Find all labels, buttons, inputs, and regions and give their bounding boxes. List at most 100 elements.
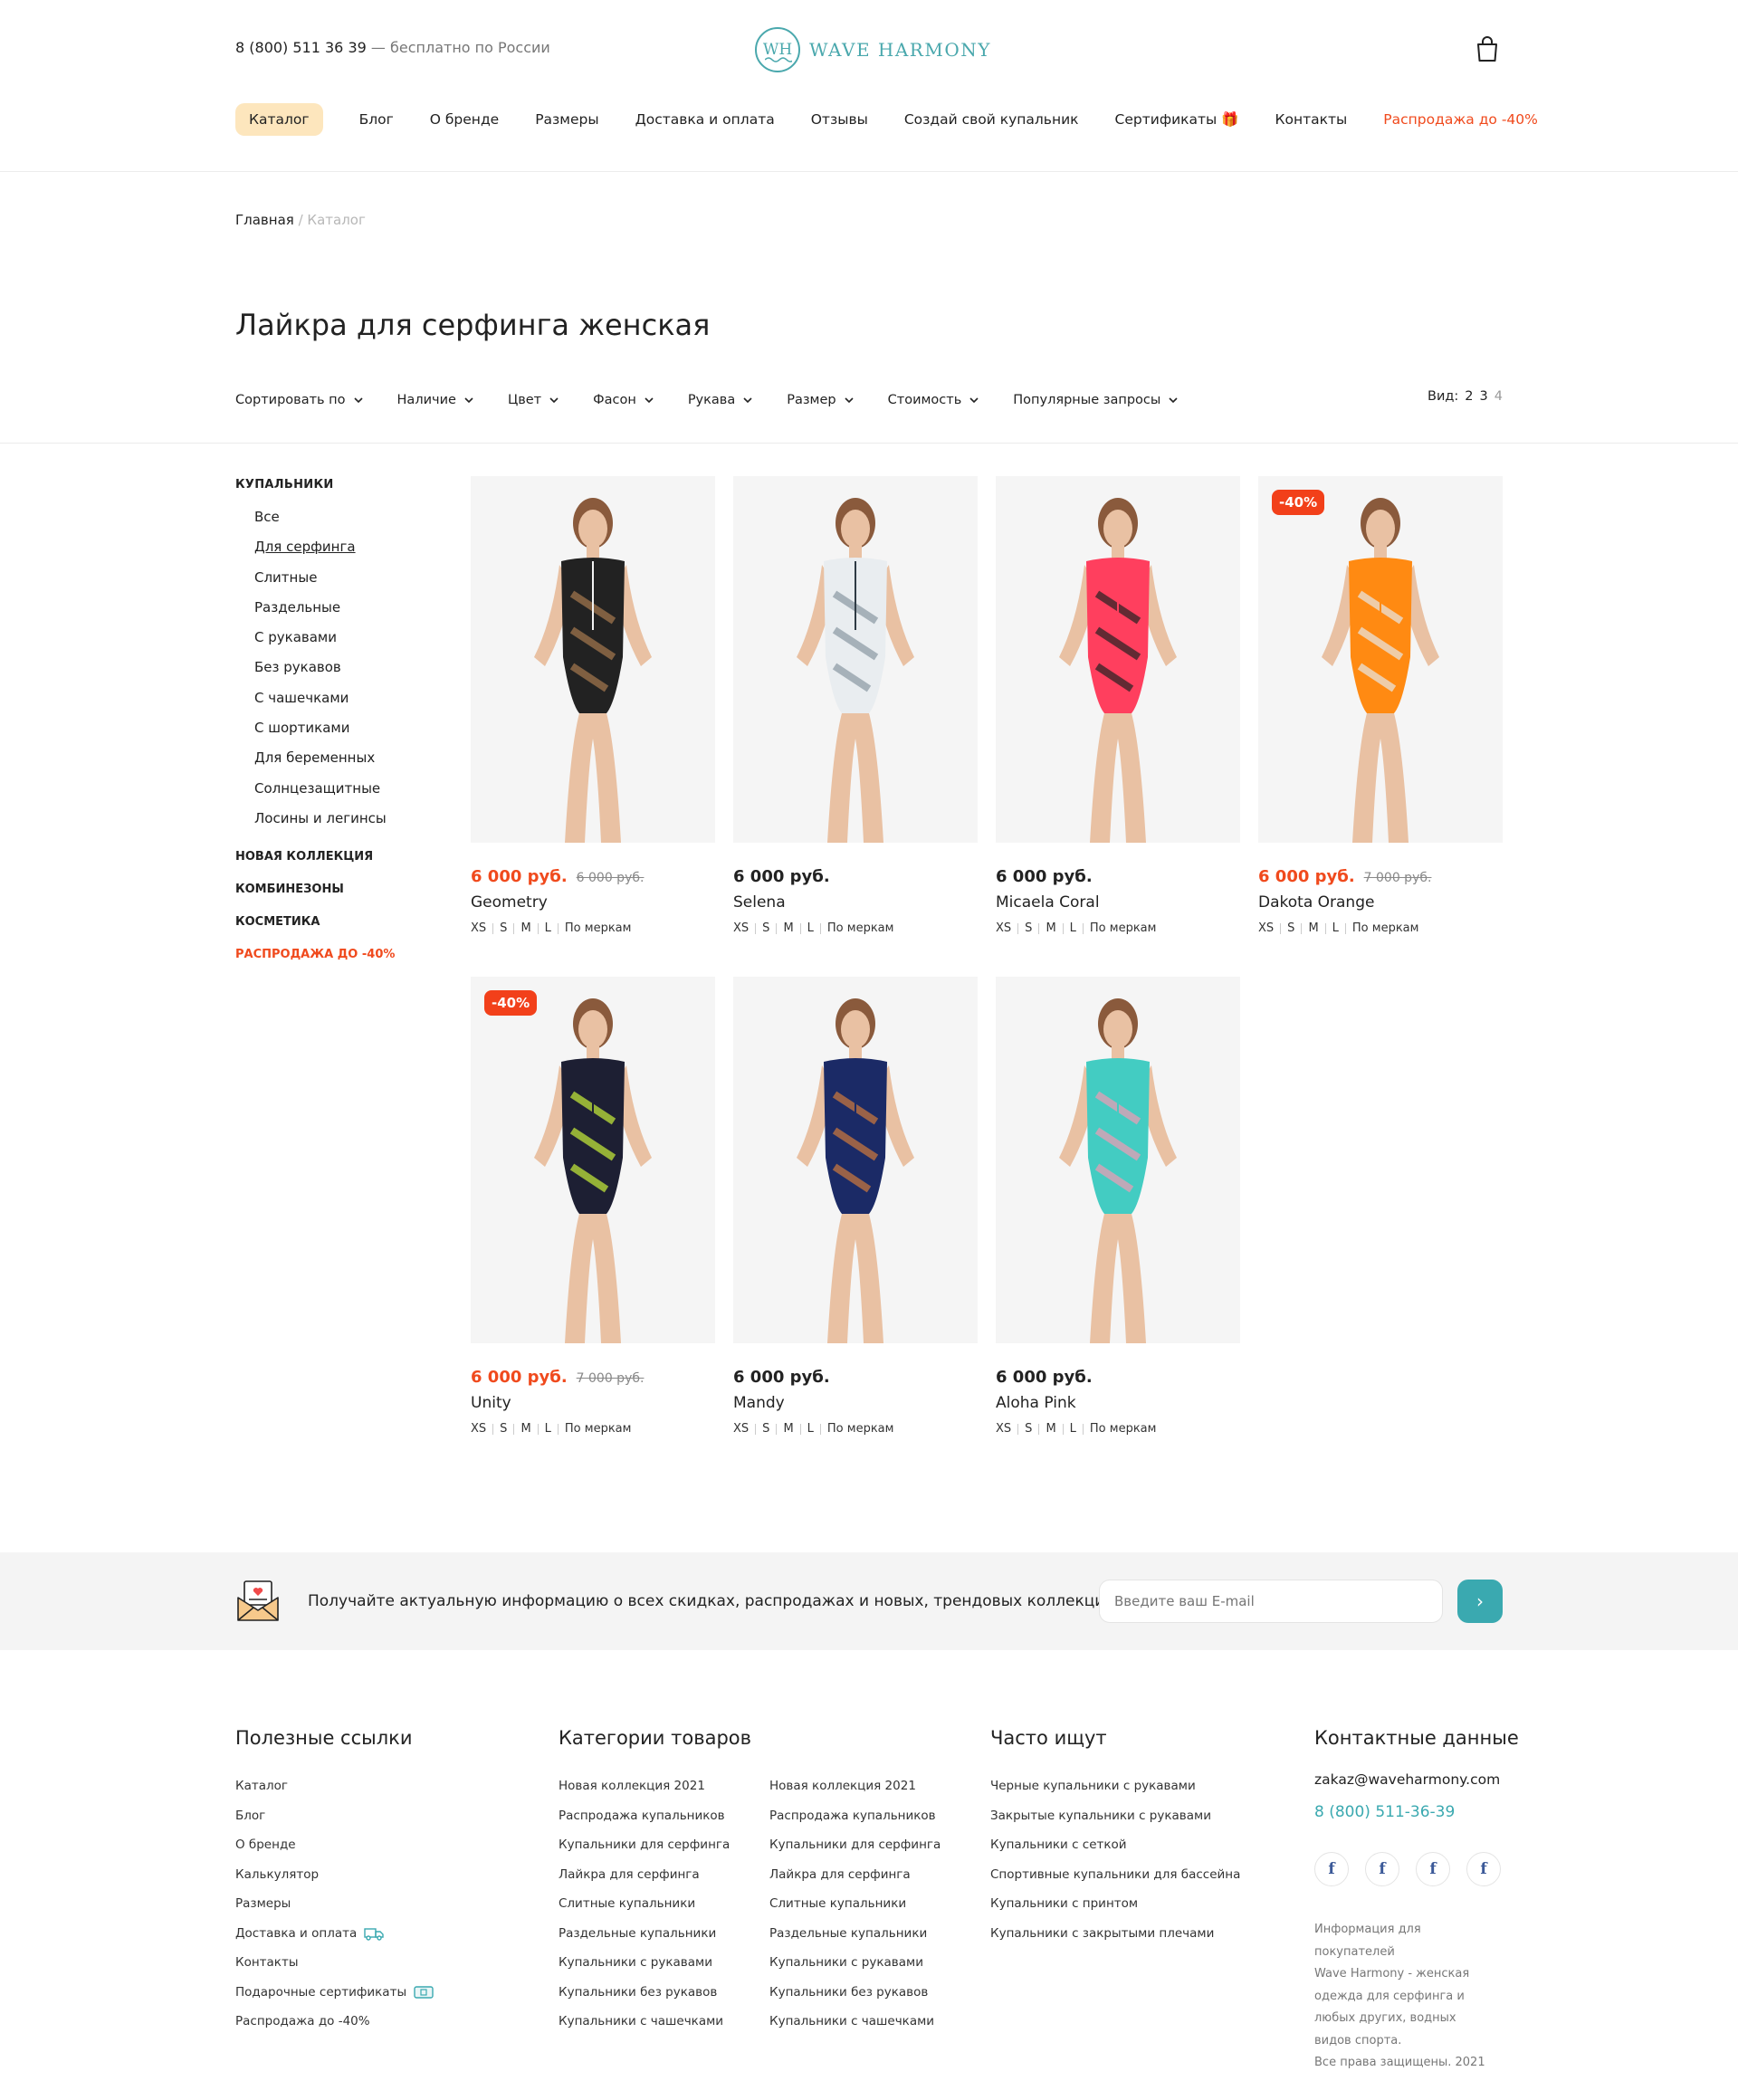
footer-link-label[interactable]: Распродажа купальников <box>559 1808 725 1824</box>
footer-link[interactable]: Подарочные сертификаты <box>235 1978 434 2008</box>
view-option-4[interactable]: 4 <box>1494 389 1503 404</box>
sidebar-section[interactable]: НОВАЯ КОЛЛЕКЦИЯ <box>235 848 434 881</box>
sidebar-item[interactable]: С чашечками <box>254 689 434 719</box>
product-name[interactable]: Aloha Pink <box>996 1394 1240 1412</box>
footer-link-label[interactable]: Купальники с рукавами <box>559 1954 712 1971</box>
product-photo[interactable] <box>733 977 978 1343</box>
size-option[interactable]: M <box>783 1422 793 1436</box>
footer-link-label[interactable]: О бренде <box>235 1837 296 1853</box>
size-option[interactable]: L <box>1332 921 1339 935</box>
footer-link[interactable]: Купальники с чашечками <box>559 2007 769 2037</box>
footer-link-label[interactable]: Купальники с закрытыми плечами <box>990 1925 1214 1942</box>
size-option[interactable]: M <box>1308 921 1318 935</box>
footer-link-label[interactable]: Раздельные купальники <box>559 1925 716 1942</box>
footer-info-title[interactable]: Информация для покупателей <box>1314 1919 1495 1963</box>
product-card[interactable]: -40% 6 000 руб. 7 000 руб. Unity XS S M L По мер… <box>471 977 715 1436</box>
size-option[interactable]: По меркам <box>1352 921 1419 935</box>
footer-link[interactable]: Черные купальники с рукавами <box>990 1771 1240 1801</box>
footer-link[interactable]: Новая коллекция 2021 <box>769 1771 941 1801</box>
footer-link[interactable]: Распродажа купальников <box>559 1801 769 1831</box>
nav-blog[interactable]: Блог <box>359 111 394 128</box>
product-card[interactable]: -40% 6 000 руб. 7 000 руб. Dakota Orange XS S… <box>1258 476 1503 935</box>
size-option[interactable]: M <box>783 921 793 935</box>
footer-link-label[interactable]: Закрытые купальники с рукавами <box>990 1808 1211 1824</box>
footer-link-label[interactable]: Новая коллекция 2021 <box>769 1778 916 1794</box>
nav-reviews[interactable]: Отзывы <box>811 111 868 128</box>
product-card[interactable]: 6 000 руб. Micaela Coral XS S M L По меркам <box>996 476 1240 935</box>
footer-link-label[interactable]: Контакты <box>235 1954 298 1971</box>
sidebar-item[interactable]: Солнцезащитные <box>254 779 434 809</box>
size-option[interactable]: L <box>1070 921 1076 935</box>
size-option[interactable]: S <box>1025 1422 1032 1436</box>
sidebar-item[interactable]: Для беременных <box>254 749 434 778</box>
newsletter-submit-button[interactable]: › <box>1457 1580 1503 1623</box>
filter-dropdown[interactable]: Цвет <box>508 393 559 407</box>
product-photo[interactable] <box>733 476 978 843</box>
size-option[interactable]: По меркам <box>565 1422 632 1436</box>
size-option[interactable]: L <box>807 1422 814 1436</box>
product-image[interactable]: -40% <box>471 977 715 1343</box>
size-option[interactable]: M <box>520 921 530 935</box>
size-option[interactable]: По меркам <box>827 921 894 935</box>
size-option[interactable]: L <box>807 921 814 935</box>
size-option[interactable]: S <box>500 1422 507 1436</box>
footer-link-label[interactable]: Купальники без рукавов <box>769 1984 928 2000</box>
footer-link[interactable]: Купальники с сеткой <box>990 1830 1240 1860</box>
sidebar-item[interactable]: Лосины и легинсы <box>254 809 434 839</box>
footer-link[interactable]: Блог <box>235 1801 434 1831</box>
footer-phone[interactable]: 8 (800) 511-36-39 <box>1314 1803 1519 1821</box>
footer-link-label[interactable]: Спортивные купальники для бассейна <box>990 1866 1240 1883</box>
footer-link[interactable]: Купальники для серфинга <box>769 1830 941 1860</box>
size-option[interactable]: По меркам <box>565 921 632 935</box>
filter-dropdown[interactable]: Стоимость <box>888 393 980 407</box>
sidebar-item[interactable]: Раздельные <box>254 598 434 628</box>
footer-link[interactable]: Калькулятор <box>235 1860 434 1890</box>
size-option[interactable]: По меркам <box>1090 1422 1157 1436</box>
size-option[interactable]: M <box>520 1422 530 1436</box>
footer-link[interactable]: Купальники с рукавами <box>769 1948 941 1978</box>
product-name[interactable]: Selena <box>733 893 978 912</box>
view-option-3[interactable]: 3 <box>1480 389 1488 404</box>
size-option[interactable]: XS <box>471 921 486 935</box>
view-option-2[interactable]: 2 <box>1465 389 1473 404</box>
footer-link-label[interactable]: Лайкра для серфинга <box>559 1866 700 1883</box>
product-photo[interactable] <box>471 476 715 843</box>
product-name[interactable]: Mandy <box>733 1394 978 1412</box>
sidebar-item[interactable]: С шортиками <box>254 719 434 749</box>
footer-link[interactable]: Купальники без рукавов <box>559 1978 769 2008</box>
size-option[interactable]: L <box>545 1422 551 1436</box>
nav-sale[interactable]: Распродажа до -40% <box>1383 111 1538 128</box>
facebook-icon[interactable]: f <box>1416 1852 1450 1886</box>
footer-link-label[interactable]: Распродажа купальников <box>769 1808 936 1824</box>
filter-dropdown[interactable]: Наличие <box>397 393 474 407</box>
product-name[interactable]: Micaela Coral <box>996 893 1240 912</box>
product-image[interactable] <box>996 476 1240 843</box>
size-option[interactable]: XS <box>471 1422 486 1436</box>
footer-link[interactable]: О бренде <box>235 1830 434 1860</box>
product-name[interactable]: Dakota Orange <box>1258 893 1503 912</box>
product-card[interactable]: 6 000 руб. Selena XS S M L По меркам <box>733 476 978 935</box>
footer-link[interactable]: Слитные купальники <box>559 1889 769 1919</box>
filter-dropdown[interactable]: Рукава <box>688 393 753 407</box>
footer-link[interactable]: Закрытые купальники с рукавами <box>990 1801 1240 1831</box>
footer-link[interactable]: Лайкра для серфинга <box>769 1860 941 1890</box>
footer-link[interactable]: Раздельные купальники <box>559 1919 769 1949</box>
footer-link[interactable]: Купальники с рукавами <box>559 1948 769 1978</box>
footer-link-label[interactable]: Купальники для серфинга <box>559 1837 730 1853</box>
phone-number[interactable]: 8 (800) 511 36 39 <box>235 39 367 56</box>
footer-link[interactable]: Каталог <box>235 1771 434 1801</box>
footer-link-label[interactable]: Подарочные сертификаты <box>235 1984 406 2000</box>
footer-link-label[interactable]: Купальники без рукавов <box>559 1984 717 2000</box>
header-phone[interactable]: 8 (800) 511 36 39 — бесплатно по России <box>235 39 550 56</box>
sidebar-item[interactable]: С рукавами <box>254 628 434 658</box>
size-option[interactable]: XS <box>996 921 1011 935</box>
size-option[interactable]: По меркам <box>827 1422 894 1436</box>
sidebar-heading-swimsuits[interactable]: КУПАЛЬНИКИ <box>235 478 434 492</box>
breadcrumb-home[interactable]: Главная <box>235 212 294 228</box>
nav-delivery[interactable]: Доставка и оплата <box>635 111 775 128</box>
sidebar-section[interactable]: РАСПРОДАЖА ДО -40% <box>235 946 434 978</box>
size-option[interactable]: M <box>1046 1422 1055 1436</box>
product-name[interactable]: Geometry <box>471 893 715 912</box>
filter-dropdown[interactable]: Сортировать по <box>235 393 364 407</box>
product-photo[interactable] <box>471 977 715 1343</box>
